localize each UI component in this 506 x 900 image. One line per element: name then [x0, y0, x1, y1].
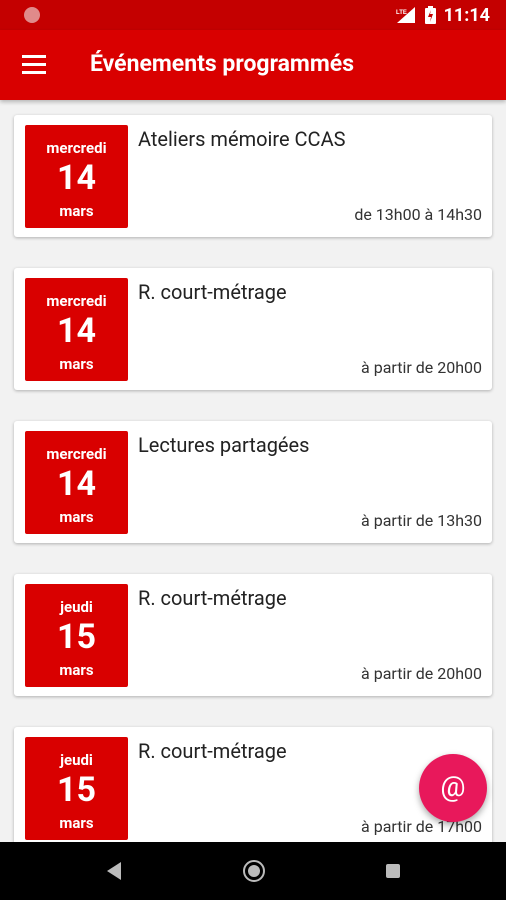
date-badge: jeudi 15 mars — [25, 737, 128, 840]
signal-icon: LTE — [396, 7, 415, 23]
notification-dot-icon — [24, 7, 40, 23]
battery-icon — [424, 6, 436, 24]
navigation-bar — [0, 842, 506, 900]
event-title: R. court-métrage — [138, 586, 287, 610]
event-title: R. court-métrage — [138, 739, 287, 763]
event-weekday: mercredi — [46, 139, 107, 157]
date-badge: mercredi 14 mars — [25, 278, 128, 381]
event-title: Lectures partagées — [138, 433, 310, 457]
event-month: mars — [59, 355, 94, 373]
event-time: à partir de 20h00 — [361, 664, 482, 683]
date-badge: mercredi 14 mars — [25, 125, 128, 228]
event-weekday: mercredi — [46, 445, 107, 463]
event-month: mars — [59, 202, 94, 220]
event-day: 14 — [56, 311, 96, 351]
at-sign-fab-button[interactable]: @ — [419, 754, 487, 822]
event-card[interactable]: mercredi 14 mars Ateliers mémoire CCAS d… — [14, 115, 492, 237]
event-day: 15 — [56, 770, 96, 810]
event-weekday: jeudi — [60, 598, 93, 616]
at-sign-icon: @ — [440, 770, 466, 803]
event-weekday: mercredi — [46, 292, 107, 310]
date-badge: jeudi 15 mars — [25, 584, 128, 687]
event-day: 15 — [56, 617, 96, 657]
network-type-label: LTE — [396, 10, 407, 16]
event-card[interactable]: mercredi 14 mars Lectures partagées à pa… — [14, 421, 492, 543]
event-month: mars — [59, 508, 94, 526]
home-icon[interactable] — [243, 860, 265, 882]
event-title: R. court-métrage — [138, 280, 287, 304]
status-time: 11:14 — [443, 4, 490, 26]
status-bar: LTE 11:14 — [0, 0, 506, 30]
event-month: mars — [59, 814, 94, 832]
event-card[interactable]: jeudi 15 mars R. court-métrage à partir … — [14, 574, 492, 696]
event-time: à partir de 13h30 — [361, 511, 482, 530]
event-day: 14 — [56, 464, 96, 504]
date-badge: mercredi 14 mars — [25, 431, 128, 534]
event-weekday: jeudi — [60, 751, 93, 769]
recents-icon[interactable] — [386, 864, 400, 878]
event-card[interactable]: mercredi 14 mars R. court-métrage à part… — [14, 268, 492, 390]
event-day: 14 — [56, 158, 96, 198]
app-bar: Événements programmés — [0, 30, 506, 100]
event-list[interactable]: mercredi 14 mars Ateliers mémoire CCAS d… — [0, 100, 506, 842]
hamburger-menu-icon[interactable] — [22, 53, 48, 75]
event-time: à partir de 20h00 — [361, 358, 482, 377]
event-title: Ateliers mémoire CCAS — [138, 127, 346, 151]
status-icons: LTE 11:14 — [395, 4, 490, 26]
event-time: de 13h00 à 14h30 — [354, 205, 482, 224]
page-title: Événements programmés — [90, 50, 355, 77]
event-month: mars — [59, 661, 94, 679]
back-icon[interactable] — [106, 861, 122, 881]
